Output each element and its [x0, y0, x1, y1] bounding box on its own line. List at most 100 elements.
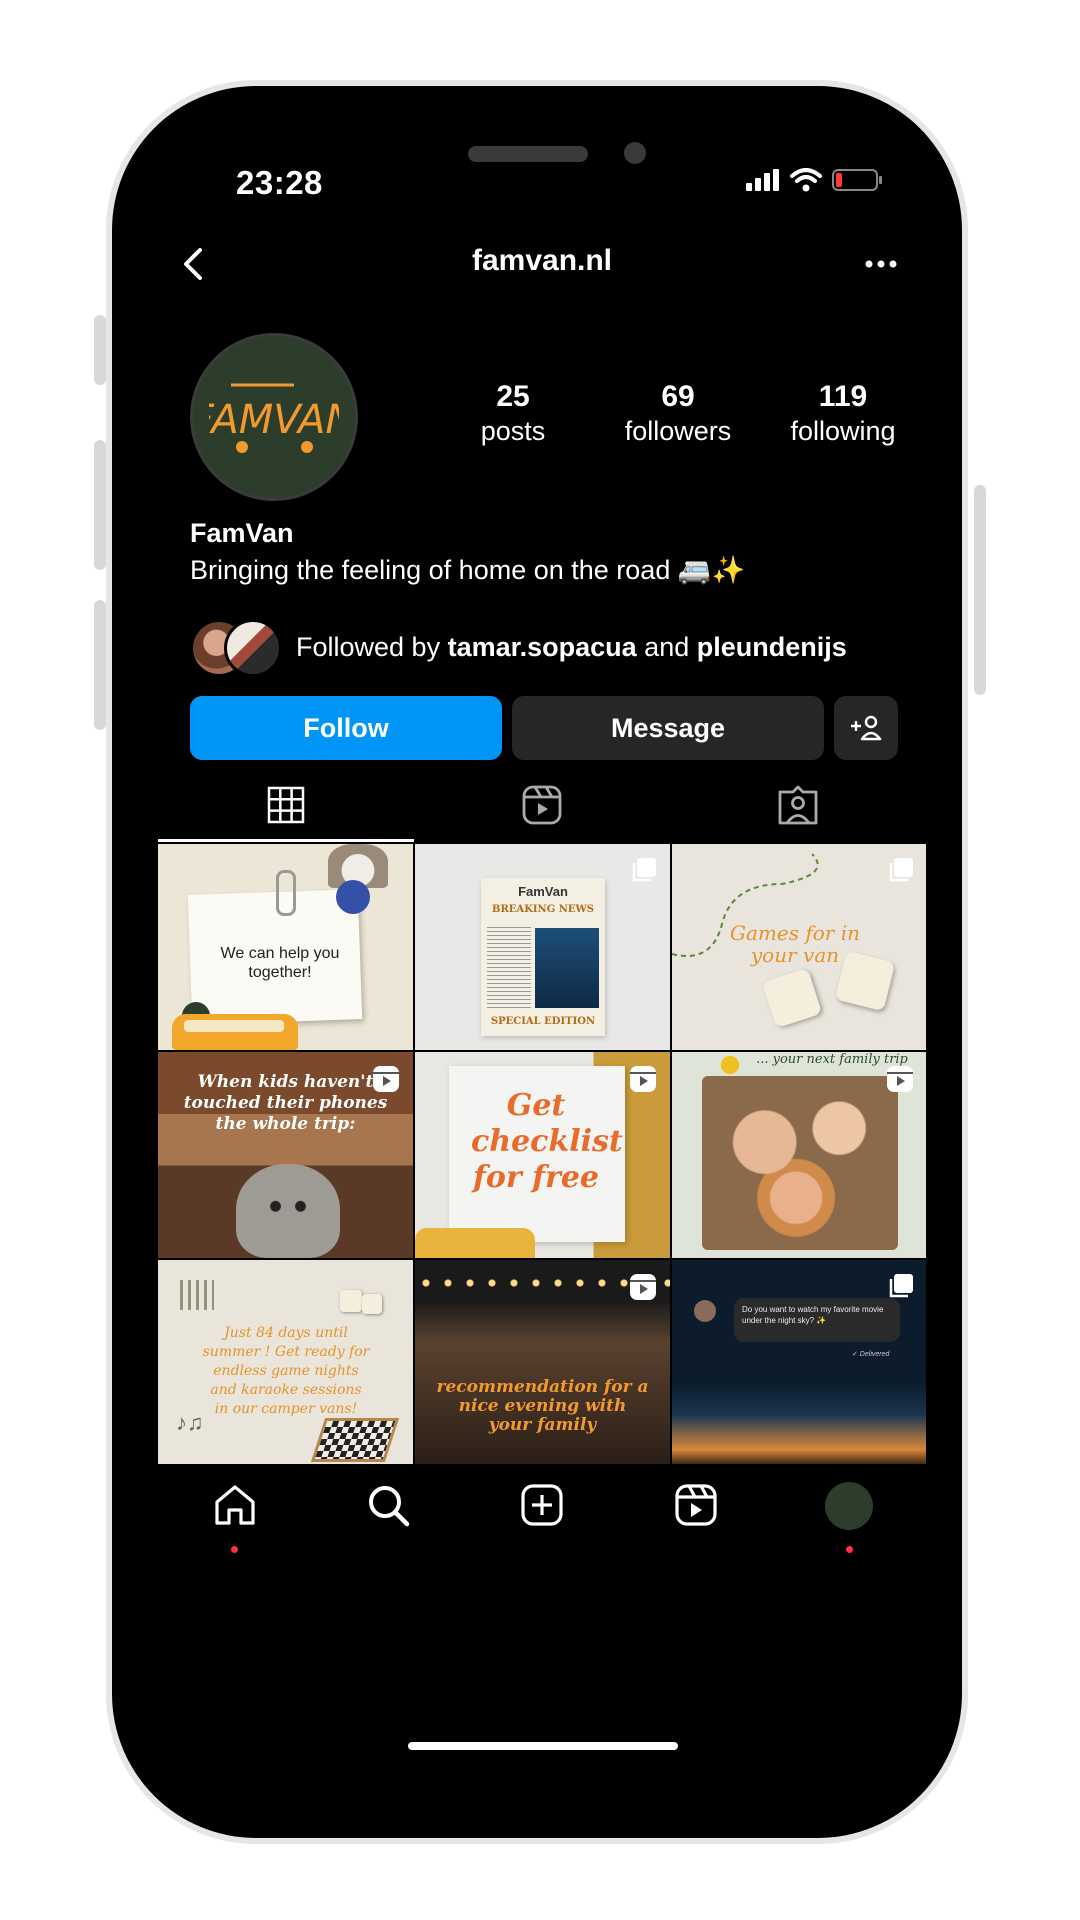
volume-down-button	[94, 600, 106, 730]
post-tile[interactable]: recommendation for a nice evening with y…	[415, 1260, 670, 1466]
lights-doodle	[180, 1280, 214, 1310]
post-tile[interactable]: FamVan BREAKING NEWS SPECIAL EDITION	[415, 844, 670, 1050]
notification-dot	[845, 1546, 853, 1553]
notch	[324, 130, 760, 190]
van-image	[415, 1228, 535, 1258]
status-time: 23:28	[236, 164, 323, 201]
famvan-logo: FAMVAN	[209, 383, 339, 453]
carousel-icon	[889, 1274, 913, 1298]
add-user-icon	[851, 715, 882, 741]
post-caption: Just 84 days until summer ! Get ready fo…	[202, 1325, 370, 1417]
volume-up-button	[94, 440, 106, 570]
post-tile[interactable]: Do you want to watch my favorite movie u…	[672, 1260, 926, 1466]
post-caption: Get checklist for free	[471, 1088, 623, 1195]
profile-stats: 25 posts 69 followers 119 following	[438, 380, 918, 448]
grid-icon	[267, 786, 305, 824]
nav-create[interactable]	[465, 1464, 619, 1584]
silent-switch	[94, 315, 106, 385]
tab-reels[interactable]	[414, 770, 670, 840]
profile-header: famvan.nl	[158, 230, 926, 300]
newspaper-text-lines	[487, 924, 531, 1008]
front-camera	[624, 142, 646, 164]
newspaper-title: FamVan	[518, 884, 568, 899]
post-caption: Games for in your van	[730, 921, 860, 967]
post-tile[interactable]: When kids haven't touched their phones t…	[158, 1052, 413, 1258]
chat-avatar	[694, 1300, 716, 1322]
stat-label: followers	[624, 416, 732, 446]
reels-icon	[522, 785, 562, 825]
signal-icon	[746, 169, 779, 191]
logo-badge	[336, 880, 370, 914]
power-button	[974, 485, 986, 695]
tagged-icon	[778, 785, 818, 825]
post-caption: When kids haven't touched their phones t…	[183, 1072, 388, 1134]
avatar	[825, 1482, 874, 1530]
nav-home[interactable]	[158, 1464, 312, 1584]
newspaper-headline: BREAKING NEWS	[492, 904, 594, 915]
stat-value: 69	[661, 380, 695, 413]
post-tile[interactable]: ... your next family trip	[672, 1052, 926, 1258]
speaker	[468, 146, 588, 162]
stat-label: posts	[480, 416, 546, 446]
follow-button[interactable]: Follow	[190, 696, 502, 760]
chessboard-image	[310, 1418, 400, 1462]
dice-image	[340, 1290, 362, 1312]
following-count[interactable]: 119 following	[768, 380, 918, 448]
avatar	[224, 619, 282, 677]
post-tile[interactable]: Games for in your van	[672, 844, 926, 1050]
wifi-icon	[790, 168, 822, 192]
stat-value: 119	[818, 380, 868, 413]
post-caption: We can help you together!	[220, 945, 340, 981]
post-tile[interactable]: We can help you together!	[158, 844, 413, 1050]
delivered-status: ✓ Delivered	[852, 1351, 890, 1358]
paperclip	[276, 870, 296, 916]
stat-label: following	[790, 416, 896, 446]
tab-tagged[interactable]	[670, 770, 926, 840]
reel-icon	[887, 1066, 913, 1092]
followed-by-text: Followed by tamar.sopacua and pleundenij…	[296, 631, 847, 662]
screen: 23:28 famvan.nl FAMVAN	[158, 130, 926, 1784]
search-icon	[369, 1486, 410, 1527]
profile-tabs	[158, 770, 926, 842]
profile-actions: Follow Message	[190, 696, 898, 760]
status-icons	[746, 168, 882, 192]
flower-image	[712, 1052, 748, 1078]
tab-grid[interactable]	[158, 770, 414, 842]
stat-value: 25	[496, 380, 530, 413]
page-title: famvan.nl	[471, 244, 613, 277]
bottom-nav	[158, 1464, 926, 1584]
message-button[interactable]: Message	[512, 696, 824, 760]
post-tile[interactable]: Just 84 days until summer ! Get ready fo…	[158, 1260, 413, 1466]
mutual-avatars	[190, 619, 282, 677]
reel-icon	[630, 1066, 656, 1092]
music-notes: ♪♫	[176, 1410, 204, 1435]
van-window	[184, 1020, 284, 1032]
carousel-icon	[632, 858, 656, 882]
profile-avatar[interactable]: FAMVAN	[190, 333, 358, 501]
newspaper-footer: SPECIAL EDITION	[490, 1016, 596, 1027]
family-photo	[702, 1076, 898, 1250]
home-indicator[interactable]	[408, 1742, 678, 1750]
followed-by[interactable]: Followed by tamar.sopacua and pleundenij…	[190, 618, 910, 677]
post-caption: recommendation for a nice evening with y…	[436, 1377, 649, 1435]
dice-image	[362, 1294, 382, 1314]
followers-count[interactable]: 69 followers	[603, 380, 753, 448]
bio: Bringing the feeling of home on the road…	[190, 555, 746, 585]
underwater-photo	[535, 928, 599, 1008]
display-name: FamVan	[190, 518, 294, 548]
reels-icon	[674, 1484, 717, 1526]
svg-text:FAMVAN: FAMVAN	[209, 397, 339, 443]
reel-icon	[630, 1274, 656, 1300]
nav-reels[interactable]	[619, 1464, 773, 1584]
post-tile[interactable]: Get checklist for free	[415, 1052, 670, 1258]
nav-search[interactable]	[312, 1464, 466, 1584]
battery-icon	[832, 169, 882, 191]
suggested-users-button[interactable]	[834, 696, 898, 760]
posts-count: 25 posts	[438, 380, 588, 448]
more-options-icon[interactable]	[856, 244, 906, 284]
reel-icon	[373, 1066, 399, 1092]
chat-message: Do you want to watch my favorite movie u…	[742, 1305, 884, 1325]
nav-profile[interactable]	[772, 1464, 926, 1584]
cat-image	[236, 1164, 340, 1258]
carousel-icon	[889, 858, 913, 882]
